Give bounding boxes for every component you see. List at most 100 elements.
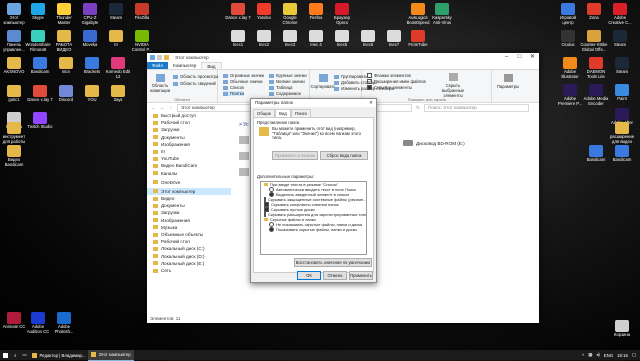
apply-button[interactable]: Применить bbox=[349, 271, 373, 280]
ok-button[interactable]: ОК bbox=[297, 271, 321, 280]
new-folder-icon[interactable] bbox=[164, 55, 169, 60]
desktop-icon[interactable]: FileZilla bbox=[128, 3, 156, 21]
nav-item[interactable]: Документы bbox=[147, 202, 231, 209]
layout-details[interactable]: Таблица bbox=[269, 85, 292, 90]
desktop-icon[interactable]: Inec1 bbox=[224, 30, 252, 48]
desktop-icon[interactable]: Inec3 bbox=[276, 30, 304, 48]
advanced-settings-list[interactable]: При вводе текста в режиме "Список" Автома… bbox=[260, 181, 367, 255]
search-input[interactable]: Поиск: Этот компьютер bbox=[424, 103, 529, 112]
desktop-icon[interactable]: Заук bbox=[104, 85, 132, 103]
properties-icon[interactable] bbox=[157, 55, 162, 60]
clock[interactable]: 19:15 bbox=[617, 353, 628, 358]
desktop-icon[interactable]: III bbox=[102, 30, 130, 48]
search-icon[interactable]: ⌕ bbox=[11, 350, 19, 360]
desktop-icon[interactable]: Inec 4 bbox=[302, 30, 330, 48]
desktop-icon[interactable]: Steam bbox=[608, 57, 636, 75]
navigation-pane-button[interactable]: Область навигации bbox=[150, 74, 170, 93]
layout-medium-icons[interactable]: Обычные значки bbox=[223, 79, 262, 84]
task-view-icon[interactable]: ▭ bbox=[19, 350, 29, 360]
minimize-button[interactable]: – bbox=[500, 53, 513, 62]
desktop-icon[interactable]: Видео Bandicam bbox=[0, 145, 28, 167]
cancel-button[interactable]: Отмена bbox=[323, 271, 347, 280]
nav-item[interactable]: Быстрый доступ bbox=[147, 112, 231, 119]
back-arrow-icon[interactable]: ← bbox=[150, 105, 156, 110]
desktop-icon[interactable]: Oculus bbox=[554, 30, 582, 48]
desktop-icon[interactable]: Skype bbox=[24, 3, 52, 21]
nav-item[interactable]: Сеть bbox=[147, 267, 231, 274]
tab-file[interactable]: Файл bbox=[147, 62, 169, 69]
desktop-icon[interactable]: Adobe Photosh... bbox=[50, 312, 78, 334]
maximize-button[interactable]: □ bbox=[513, 53, 526, 62]
desktop-icon[interactable]: Firefox bbox=[302, 3, 330, 21]
desktop-icon[interactable]: Discord bbox=[52, 85, 80, 103]
nav-item[interactable]: Изображения bbox=[147, 217, 231, 224]
up-arrow-icon[interactable]: ↑ bbox=[168, 105, 174, 110]
nav-item[interactable]: Этот компьютер bbox=[147, 187, 231, 196]
nav-item[interactable]: Локальный диск (D:) bbox=[147, 253, 231, 260]
start-button[interactable] bbox=[0, 350, 11, 360]
setting-item[interactable]: Показывать скрытые файлы, папки и диски bbox=[261, 227, 366, 232]
desktop-icon[interactable]: РАБОТА ВИДЕО bbox=[50, 30, 78, 52]
desktop-icon[interactable]: NVIDIA Control P... bbox=[128, 30, 156, 52]
desktop-icon[interactable]: Inec5 bbox=[328, 30, 356, 48]
radio-button[interactable] bbox=[269, 227, 274, 232]
nav-item[interactable]: Каналы bbox=[147, 170, 231, 177]
desktop-icon[interactable]: Zona bbox=[580, 3, 608, 21]
desktop-icon[interactable]: Adobe Premiere P... bbox=[556, 84, 584, 106]
chevron-up-icon[interactable]: ^ bbox=[582, 353, 584, 358]
desktop-icon[interactable]: FromTube bbox=[404, 30, 432, 48]
restore-defaults-button[interactable]: Восстановить значения по умолчанию bbox=[294, 258, 372, 267]
drive-icon[interactable] bbox=[239, 152, 249, 160]
desktop-icon[interactable]: Wondershare Filmora9 bbox=[24, 30, 52, 52]
forward-arrow-icon[interactable]: → bbox=[159, 105, 165, 110]
nav-item[interactable]: Видео bbox=[147, 195, 231, 202]
taskbar-item-editor[interactable]: Редактор | Владимир... bbox=[29, 350, 88, 360]
desktop-icon[interactable]: Adobe Illustrator bbox=[556, 57, 584, 79]
close-icon[interactable]: ✕ bbox=[366, 99, 376, 107]
desktop-icon[interactable]: Thunder Master bbox=[50, 3, 78, 25]
desktop-icon[interactable]: YOU bbox=[78, 85, 106, 103]
desktop-icon[interactable]: Браузер Opera bbox=[328, 3, 356, 25]
desktop-icon[interactable]: CPU-Z Gigabyte bbox=[76, 3, 104, 25]
options-button[interactable]: Параметры bbox=[497, 74, 519, 89]
nav-item[interactable]: Локальный диск (C:) bbox=[147, 245, 231, 252]
preview-pane-button[interactable]: Область просмотра bbox=[173, 74, 218, 79]
nav-item[interactable]: Рабочий стол bbox=[147, 238, 231, 245]
desktop-icon[interactable]: Bandicam bbox=[608, 145, 636, 163]
desktop-icon[interactable]: Inec2 bbox=[250, 30, 278, 48]
nav-item[interactable]: Рабочий стол bbox=[147, 119, 231, 126]
nav-item[interactable]: Документы bbox=[147, 134, 231, 141]
desktop-icon[interactable]: Bandicam bbox=[26, 57, 54, 75]
layout-list[interactable]: Список bbox=[223, 85, 244, 90]
desktop-icon[interactable]: Paint bbox=[608, 84, 636, 102]
tab-search[interactable]: Поиск bbox=[290, 109, 311, 117]
drive-icon[interactable] bbox=[239, 168, 249, 176]
desktop-icon[interactable]: Yandex bbox=[250, 3, 278, 21]
desktop-icon[interactable]: ntcn bbox=[52, 57, 80, 75]
nav-item[interactable]: Загрузки bbox=[147, 126, 231, 133]
desktop-icon[interactable]: Dance x.lay 7 bbox=[224, 3, 252, 21]
details-pane-button[interactable]: Область сведений bbox=[173, 81, 216, 86]
desktop-icon[interactable]: Adobe Creative C... bbox=[606, 3, 634, 25]
desktop-icon[interactable]: Google Chrome bbox=[276, 3, 304, 25]
desktop-icon[interactable]: Steam bbox=[102, 3, 130, 21]
layout-huge-icons[interactable]: Огромные значки bbox=[223, 73, 264, 78]
desktop-icon[interactable]: расширение для видео bbox=[608, 122, 636, 144]
taskbar-item-explorer[interactable]: Этот компьютер bbox=[88, 349, 134, 361]
tab-view[interactable]: Вид bbox=[275, 109, 291, 117]
nav-item[interactable]: YouTube bbox=[147, 155, 231, 162]
item-checkboxes-toggle[interactable]: Флажки элементов bbox=[367, 73, 411, 78]
checkbox[interactable] bbox=[264, 212, 266, 217]
dvd-drive[interactable]: Дисковод BD-ROM (E:) bbox=[403, 140, 465, 146]
desktop-icon[interactable]: Игровой центр bbox=[554, 3, 582, 25]
sort-button[interactable]: Сортировать bbox=[310, 74, 336, 89]
volume-icon[interactable]: ◂) bbox=[596, 352, 600, 358]
desktop-icon[interactable]: Kaspersky Anti-Virus bbox=[428, 3, 456, 25]
layout-content[interactable]: Содержимое bbox=[269, 91, 301, 96]
layout-tiles[interactable]: Плитка bbox=[223, 91, 244, 96]
nav-item[interactable]: Музыка bbox=[147, 224, 231, 231]
nav-item[interactable]: Объемные объекты bbox=[147, 231, 231, 238]
desktop-icon[interactable]: gotic1 bbox=[0, 85, 28, 103]
hidden-items-toggle[interactable]: Скрытые элементы bbox=[367, 85, 412, 90]
desktop-icon[interactable]: Dance x.lay 7 bbox=[26, 85, 54, 103]
